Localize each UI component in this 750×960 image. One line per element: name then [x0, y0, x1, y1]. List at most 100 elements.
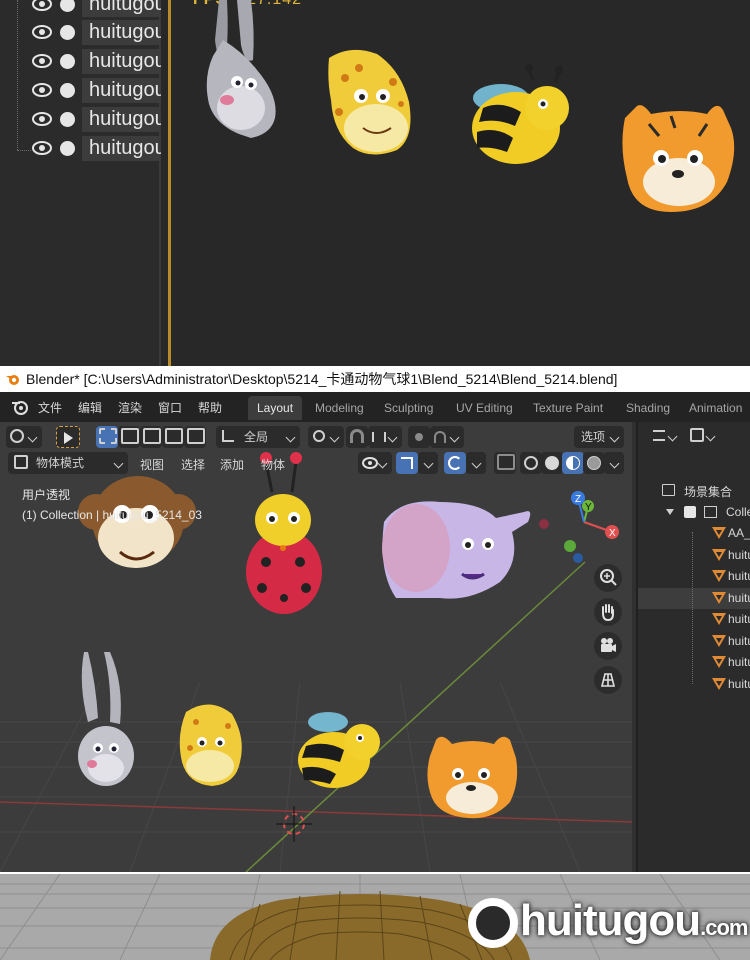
gizmo-arrow-icon [401, 457, 413, 469]
outliner-object-row[interactable]: AA_ [638, 523, 750, 544]
gizmo-y-label: Y [585, 502, 592, 513]
menu-add[interactable]: 添加 [220, 456, 244, 473]
render-dot-icon[interactable] [60, 0, 75, 12]
blender-menu-icon[interactable] [11, 398, 29, 416]
checkbox-icon[interactable] [684, 506, 696, 518]
eye-icon[interactable] [32, 0, 52, 11]
render-dot-icon[interactable] [60, 141, 75, 156]
render-dot-icon[interactable] [60, 83, 75, 98]
tab-layout[interactable]: Layout [248, 396, 303, 420]
shading-dropdown[interactable] [604, 452, 624, 474]
menu-object[interactable]: 物体 [261, 456, 285, 473]
mode-dropdown[interactable]: 物体模式 [8, 452, 128, 474]
options-dropdown[interactable]: 选项 [574, 426, 624, 448]
snap-target-dropdown[interactable] [368, 426, 402, 448]
menu-help[interactable]: 帮助 [198, 399, 222, 416]
shading-wireframe-button[interactable] [520, 452, 542, 474]
eye-icon[interactable] [32, 83, 52, 97]
bee-balloon[interactable] [298, 712, 380, 788]
snap-toggle[interactable] [346, 426, 368, 448]
eye-icon[interactable] [32, 25, 52, 39]
outliner-object-row[interactable]: huitu [638, 545, 750, 566]
gizmo-toggle[interactable] [396, 452, 418, 474]
menu-select[interactable]: 选择 [181, 456, 205, 473]
transform-orientation-dropdown[interactable]: 全局 [216, 426, 300, 448]
overlays-dropdown[interactable] [466, 452, 486, 474]
tab-sculpting[interactable]: Sculpting [375, 396, 442, 420]
select-extend-button[interactable] [118, 426, 140, 448]
select-subtract-button[interactable] [140, 426, 162, 448]
box-intersect-icon [187, 428, 205, 444]
eye-icon [362, 457, 378, 469]
outliner-editor-type-button[interactable] [648, 425, 682, 447]
tiger-balloon[interactable] [427, 736, 518, 819]
tab-uv-editing[interactable]: UV Editing [447, 396, 522, 420]
select-intersect-button[interactable] [184, 426, 206, 448]
eye-icon[interactable] [32, 112, 52, 126]
outliner-object-row[interactable]: huitu [638, 631, 750, 652]
display-mode-icon [690, 428, 704, 442]
display-mode-dropdown[interactable] [686, 425, 720, 447]
outliner-row[interactable]: huitugou [0, 105, 161, 134]
outliner-row[interactable]: huitugou [0, 18, 161, 47]
render-dot-icon[interactable] [60, 25, 75, 40]
proportional-edit-toggle[interactable] [408, 426, 430, 448]
menu-file[interactable]: 文件 [38, 399, 62, 416]
eye-icon[interactable] [32, 141, 52, 155]
menu-edit[interactable]: 编辑 [78, 399, 102, 416]
expand-arrow-icon[interactable] [666, 509, 674, 515]
object-name: huitu [728, 569, 750, 583]
rabbit-balloon[interactable] [206, 0, 276, 138]
shading-rendered-button[interactable] [583, 452, 605, 474]
outliner-collection[interactable]: Collection [638, 502, 750, 523]
navigation-gizmo[interactable]: X Y Z [539, 491, 619, 563]
huitugou-watermark: huitugou.com [468, 896, 749, 952]
outliner-row[interactable]: huitugou [0, 76, 161, 105]
object-name: huitu [728, 677, 750, 691]
outliner-object-row[interactable]: huitu [638, 609, 750, 630]
render-dot-icon[interactable] [60, 54, 75, 69]
xray-toggle[interactable] [494, 452, 516, 474]
shading-material-button[interactable] [562, 452, 584, 474]
gizmo-dropdown[interactable] [418, 452, 438, 474]
monkey-balloon[interactable] [78, 476, 196, 568]
menu-render[interactable]: 渲染 [118, 399, 142, 416]
outliner-row[interactable]: huitugou [0, 47, 161, 76]
menu-window[interactable]: 窗口 [158, 399, 182, 416]
giraffe-balloon[interactable] [179, 704, 242, 786]
pivot-point-dropdown[interactable] [308, 426, 344, 448]
tab-modeling[interactable]: Modeling [306, 396, 373, 420]
shading-solid-button[interactable] [541, 452, 563, 474]
camera-view-button[interactable] [594, 632, 622, 660]
tab-texture-paint[interactable]: Texture Paint [524, 396, 612, 420]
outliner-object-row[interactable]: huitu [638, 566, 750, 587]
select-box-button[interactable] [96, 426, 118, 448]
eye-icon[interactable] [32, 54, 52, 68]
outliner-object-row-selected[interactable]: huitu [638, 588, 750, 609]
zoom-button[interactable] [594, 564, 622, 592]
select-tool-button[interactable] [56, 426, 80, 448]
outliner-row[interactable]: huitugou [0, 0, 161, 19]
tab-shading[interactable]: Shading [617, 396, 679, 420]
falloff-dropdown[interactable] [430, 426, 464, 448]
giraffe-balloon[interactable] [328, 49, 411, 155]
select-invert-button[interactable] [162, 426, 184, 448]
outliner-scene-collection[interactable]: 场景集合 [638, 480, 750, 501]
elephant-balloon[interactable] [382, 501, 531, 599]
tab-animation[interactable]: Animation [680, 396, 750, 420]
perspective-toggle-button[interactable] [594, 666, 622, 694]
top-viewport-render [206, 0, 735, 212]
rabbit-balloon[interactable] [78, 652, 134, 786]
outliner-row[interactable]: huitugou [0, 134, 161, 163]
outliner-object-row[interactable]: huitu [638, 674, 750, 695]
visibility-dropdown[interactable] [358, 452, 392, 474]
menu-view[interactable]: 视图 [140, 456, 164, 473]
render-dot-icon[interactable] [60, 112, 75, 127]
outliner-object-row[interactable]: huitu [638, 652, 750, 673]
bee-balloon[interactable] [472, 64, 569, 164]
overlays-toggle[interactable] [444, 452, 466, 474]
tiger-balloon[interactable] [622, 105, 735, 212]
editor-type-button[interactable] [6, 426, 42, 448]
3d-viewport[interactable]: X Y Z 全局 选项 物体模式 视图 选择 添加 物体 用户透视 (1) Co… [0, 422, 632, 872]
pan-button[interactable] [594, 598, 622, 626]
